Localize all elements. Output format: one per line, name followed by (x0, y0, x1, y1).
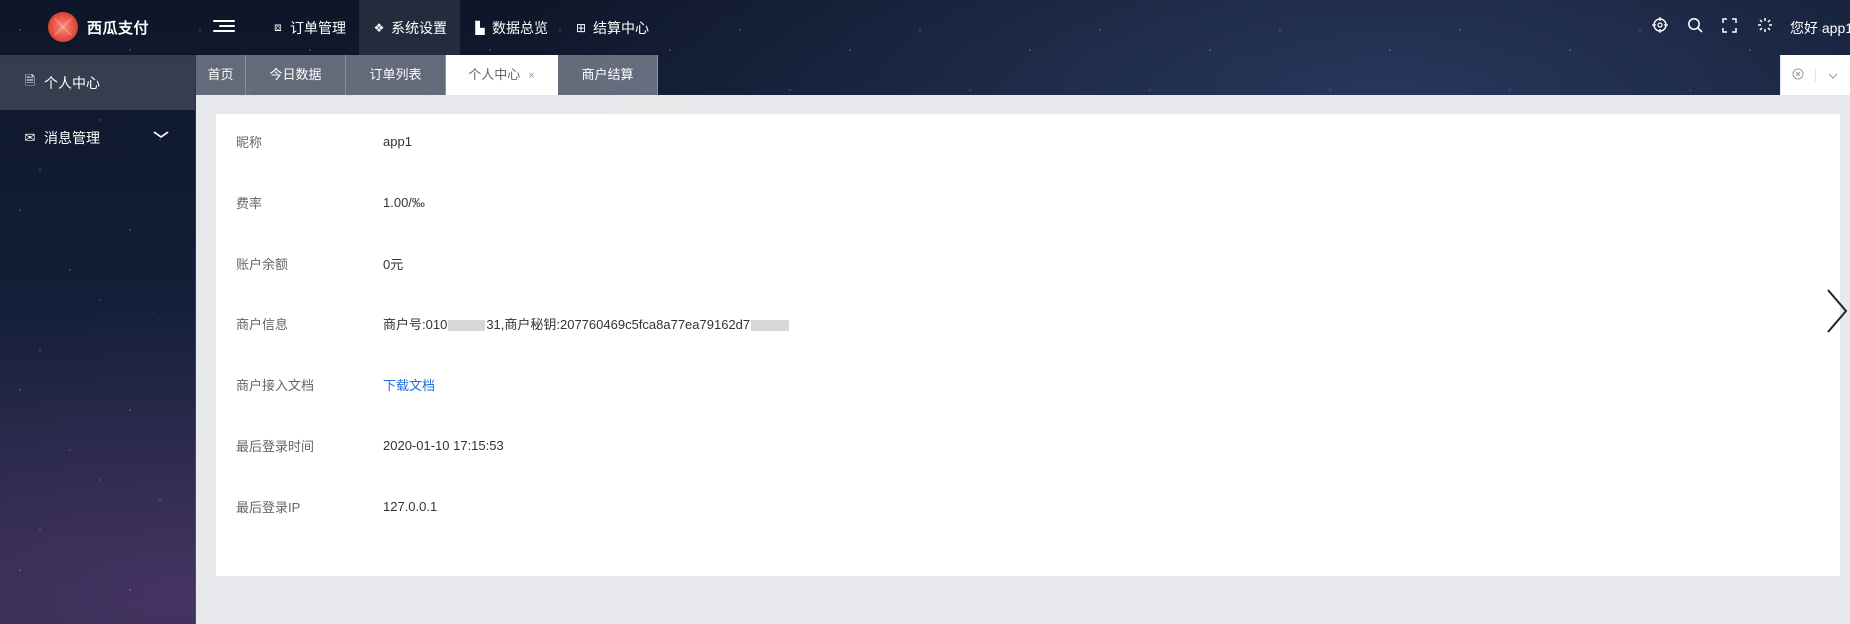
profile-card: 昵称 app1 费率 1.00/‰ 账户余额 0元 商户信息 商户号:010 31… (216, 114, 1840, 576)
topnav-label: 订单管理 (290, 19, 346, 36)
tab-label: 商户结算 (581, 67, 634, 82)
merchant-id-prefix: 商户号:010 (383, 316, 448, 332)
profile-row-last-login-ip: 最后登录IP 127.0.0.1 (236, 496, 437, 516)
sidebar: 🗎 个人中心 ✉ 消息管理 (0, 55, 196, 624)
topnav-label: 结算中心 (593, 19, 649, 36)
tab-personal-center[interactable]: 个人中心 × (446, 55, 558, 95)
fullscreen-icon[interactable] (1712, 17, 1747, 38)
field-label: 最后登录IP (236, 499, 301, 515)
top-nav: ⧈ 订单管理 ❖ 系统设置 ▙ 数据总览 ⊞ 结算中心 (258, 0, 662, 55)
field-value: 2020-01-10 17:15:53 (383, 437, 504, 453)
sidebar-item-personal-center[interactable]: 🗎 个人中心 (0, 55, 195, 110)
tab-home[interactable]: 首页 (196, 55, 246, 95)
redaction-mask (448, 319, 486, 331)
topnav-label: 系统设置 (391, 19, 447, 36)
mail-icon: ✉ (24, 129, 36, 145)
tab-label: 订单列表 (369, 67, 422, 82)
field-value: 1.00/‰ (383, 194, 425, 210)
topnav-settlement-center[interactable]: ⊞ 结算中心 (561, 0, 662, 55)
chevron-down-icon (153, 128, 170, 142)
tabs-tools (1780, 55, 1850, 95)
tabs-bar: 首页 今日数据 订单列表 个人中心 × 商户结算 (196, 55, 1850, 95)
tab-label: 今日数据 (269, 67, 322, 82)
close-tabs-icon[interactable] (1781, 68, 1815, 83)
user-greeting[interactable]: 您好 app1 (1782, 18, 1850, 38)
profile-row-docs: 商户接入文档 下载文档 (236, 374, 435, 394)
profile-row-last-login-time: 最后登录时间 2020-01-10 17:15:53 (236, 435, 504, 455)
tab-today-data[interactable]: 今日数据 (246, 55, 346, 95)
sidebar-item-message-management[interactable]: ✉ 消息管理 (0, 110, 195, 165)
field-value: 0元 (383, 256, 404, 272)
topnav-data-overview[interactable]: ▙ 数据总览 (460, 0, 561, 55)
content-area: 昵称 app1 费率 1.00/‰ 账户余额 0元 商户信息 商户号:010 31… (196, 95, 1850, 624)
sidebar-item-label: 个人中心 (44, 74, 100, 91)
field-label: 昵称 (236, 134, 263, 150)
field-value: 127.0.0.1 (383, 498, 438, 514)
chevron-down-icon[interactable] (1815, 68, 1850, 82)
merchant-id-suffix: 31,商户秘钥:207760469c5fca8a77ea79162d7 (486, 316, 751, 332)
tab-label: 首页 (207, 67, 234, 82)
field-value: app1 (383, 133, 412, 149)
sidebar-item-label: 消息管理 (44, 129, 100, 146)
profile-row-merchant-info: 商户信息 商户号:010 31,商户秘钥:207760469c5fca8a77ea… (236, 313, 790, 333)
field-label: 费率 (236, 195, 263, 211)
theme-icon[interactable] (1747, 17, 1782, 38)
download-docs-link[interactable]: 下载文档 (383, 378, 435, 393)
menu-toggle-icon[interactable] (213, 17, 235, 37)
field-label: 商户接入文档 (236, 377, 315, 393)
logo[interactable]: 西瓜支付 (48, 12, 149, 42)
topnav-label: 数据总览 (492, 19, 548, 36)
chevron-right-icon[interactable] (1820, 286, 1850, 336)
search-icon[interactable] (1677, 17, 1712, 38)
redaction-mask (751, 319, 790, 331)
order-icon: ⧈ (274, 20, 282, 34)
profile-row-nickname: 昵称 app1 (236, 131, 412, 151)
topnav-system-settings[interactable]: ❖ 系统设置 (359, 0, 460, 55)
tab-label: 个人中心 (468, 67, 521, 82)
top-right-tools: 您好 app1 (1642, 0, 1850, 55)
profile-row-rate: 费率 1.00/‰ (236, 192, 425, 212)
top-bar: 西瓜支付 ⧈ 订单管理 ❖ 系统设置 ▙ 数据总览 ⊞ 结算中心 您好 app1 (0, 0, 1850, 55)
locate-icon[interactable] (1642, 17, 1677, 38)
settings-icon: ❖ (373, 20, 385, 35)
tab-close-icon[interactable]: × (528, 70, 534, 82)
field-label: 商户信息 (236, 316, 289, 332)
watermelon-logo-icon (48, 12, 78, 42)
document-icon: 🗎 (24, 72, 36, 88)
app-name: 西瓜支付 (87, 19, 150, 37)
merchant-info-value: 商户号:010 31,商户秘钥:207760469c5fca8a77ea79162… (383, 314, 790, 333)
settlement-icon: ⊞ (575, 20, 587, 35)
field-label: 账户余额 (236, 256, 289, 272)
tab-order-list[interactable]: 订单列表 (346, 55, 446, 95)
tab-merchant-settlement[interactable]: 商户结算 (558, 55, 658, 95)
profile-row-balance: 账户余额 0元 (236, 253, 403, 273)
chart-icon: ▙ (475, 20, 485, 35)
field-label: 最后登录时间 (236, 438, 315, 454)
topnav-order-management[interactable]: ⧈ 订单管理 (258, 0, 359, 55)
